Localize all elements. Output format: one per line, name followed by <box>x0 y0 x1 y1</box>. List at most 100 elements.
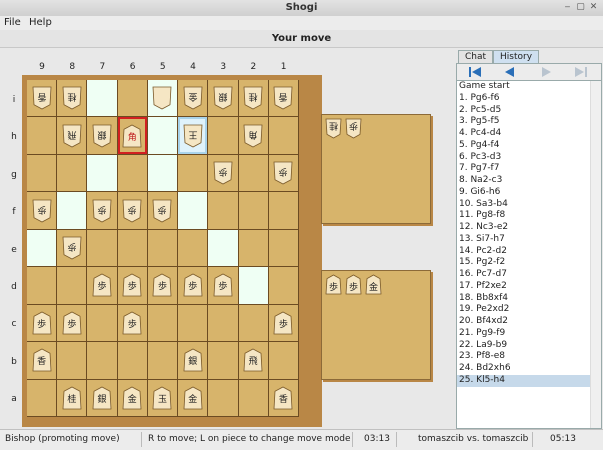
history-row[interactable]: 23. Pf8-e8 <box>457 351 601 363</box>
shogi-piece[interactable]: 香 <box>273 386 293 410</box>
board-square[interactable] <box>57 267 88 305</box>
maximize-icon[interactable]: ▢ <box>575 2 586 13</box>
board-square[interactable] <box>147 342 179 380</box>
history-row[interactable]: 1. Pg6-f6 <box>457 93 601 105</box>
board-square[interactable] <box>208 117 239 155</box>
minimize-icon[interactable]: ‒ <box>562 2 573 13</box>
board-square[interactable]: 金 <box>117 379 148 417</box>
board-square[interactable]: 香 <box>268 80 299 118</box>
gote-hand[interactable]: 桂歩 <box>321 114 431 224</box>
history-row[interactable]: 24. Bd2xh6 <box>457 363 601 375</box>
shogi-piece[interactable]: 歩 <box>152 273 172 297</box>
board-square[interactable]: 角 <box>117 117 148 155</box>
shogi-piece[interactable]: 歩 <box>345 274 362 295</box>
board-square[interactable] <box>208 342 239 380</box>
shogi-piece[interactable]: 歩 <box>345 118 362 139</box>
board-square[interactable] <box>178 154 209 193</box>
board-square[interactable]: 香 <box>268 379 299 417</box>
board-square[interactable]: 角 <box>238 117 269 155</box>
board-square[interactable]: 歩 <box>208 154 239 193</box>
board-square[interactable] <box>27 379 58 417</box>
history-row[interactable]: 4. Pc4-d4 <box>457 128 601 140</box>
board-square[interactable] <box>57 192 88 230</box>
board-square[interactable] <box>238 304 269 343</box>
board-square[interactable] <box>147 154 179 193</box>
history-row[interactable]: 22. La9-b9 <box>457 340 601 352</box>
board-square[interactable]: 香 <box>27 80 58 118</box>
prev-move-icon[interactable] <box>495 66 525 78</box>
board-square[interactable]: 桂 <box>57 80 88 118</box>
board-square[interactable]: 飛 <box>238 342 269 380</box>
shogi-piece[interactable]: 歩 <box>122 311 142 335</box>
board-square[interactable] <box>238 229 269 268</box>
board-square[interactable] <box>117 154 148 193</box>
shogi-piece[interactable]: 歩 <box>213 161 233 185</box>
board-square[interactable]: 飛 <box>57 117 88 155</box>
history-row[interactable]: 18. Bb8xf4 <box>457 293 601 305</box>
history-row[interactable]: 11. Pg8-f8 <box>457 210 601 222</box>
board-square[interactable]: 金 <box>178 80 209 118</box>
shogi-piece[interactable]: 桂 <box>243 86 263 110</box>
shogi-piece[interactable]: 歩 <box>32 199 52 223</box>
board-square[interactable]: 金 <box>178 379 209 417</box>
board-square[interactable]: 歩 <box>57 304 88 343</box>
history-scrollbar[interactable] <box>590 81 601 428</box>
history-row[interactable]: 12. Nc3-e2 <box>457 222 601 234</box>
history-row[interactable]: 13. Si7-h7 <box>457 234 601 246</box>
board-square[interactable]: 王 <box>178 117 209 155</box>
history-row[interactable]: 25. Kl5-h4 <box>457 374 601 387</box>
board-square[interactable] <box>117 342 148 380</box>
shogi-piece[interactable]: 香 <box>32 348 52 372</box>
close-icon[interactable]: ✕ <box>588 2 599 13</box>
history-row[interactable]: 21. Pg9-f9 <box>457 328 601 340</box>
board-square[interactable]: 歩 <box>208 267 239 305</box>
history-row[interactable]: 17. Pf2xe2 <box>457 281 601 293</box>
shogi-piece[interactable]: 玉 <box>152 386 172 410</box>
board-square[interactable] <box>238 154 269 193</box>
board-square[interactable] <box>87 154 118 193</box>
board-square[interactable] <box>268 229 299 268</box>
shogi-piece[interactable]: 王 <box>183 124 203 148</box>
shogi-piece[interactable]: 桂 <box>62 386 82 410</box>
board-square[interactable] <box>238 267 269 305</box>
board-square[interactable]: 桂 <box>57 379 88 417</box>
board-square[interactable] <box>238 192 269 230</box>
move-history-list[interactable]: Game start 1. Pg6-f6 2. Pc5-d5 3. Pg5-f5 4. … <box>456 80 602 429</box>
shogi-piece[interactable]: 歩 <box>92 273 112 297</box>
history-row[interactable]: 20. Bf4xd2 <box>457 316 601 328</box>
board-square[interactable] <box>147 117 179 155</box>
history-row[interactable]: 7. Pg7-f7 <box>457 163 601 175</box>
board-square[interactable] <box>268 342 299 380</box>
board-square[interactable] <box>208 304 239 343</box>
history-row[interactable]: 15. Pg2-f2 <box>457 257 601 269</box>
board-square[interactable]: 歩 <box>147 267 179 305</box>
shogi-piece[interactable] <box>152 86 172 110</box>
menu-help[interactable]: Help <box>29 17 52 28</box>
board-square[interactable]: 歩 <box>147 192 179 230</box>
board-square[interactable] <box>208 192 239 230</box>
shogi-piece[interactable]: 銀 <box>183 348 203 372</box>
shogi-piece[interactable]: 歩 <box>213 273 233 297</box>
shogi-piece[interactable]: 金 <box>365 274 382 295</box>
history-row[interactable]: 3. Pg5-f5 <box>457 116 601 128</box>
shogi-piece[interactable]: 飛 <box>243 348 263 372</box>
history-row[interactable]: 14. Pc2-d2 <box>457 246 601 258</box>
board-square[interactable] <box>117 80 148 118</box>
shogi-piece[interactable]: 角 <box>243 124 263 148</box>
board-square[interactable]: 歩 <box>27 192 58 230</box>
board-square[interactable]: 銀 <box>178 342 209 380</box>
shogi-piece[interactable]: 桂 <box>325 118 342 139</box>
board-square[interactable]: 玉 <box>147 379 179 417</box>
board-square[interactable] <box>178 229 209 268</box>
menu-file[interactable]: File <box>4 17 21 28</box>
board-square[interactable] <box>208 229 239 268</box>
history-row[interactable]: 19. Pe2xd2 <box>457 304 601 316</box>
history-row[interactable]: Game start <box>457 81 601 93</box>
shogi-piece[interactable]: 香 <box>32 86 52 110</box>
board-square[interactable] <box>268 192 299 230</box>
board-square[interactable] <box>87 80 118 118</box>
shogi-piece[interactable]: 歩 <box>122 199 142 223</box>
shogi-piece[interactable]: 歩 <box>152 199 172 223</box>
board-square[interactable] <box>27 117 58 155</box>
shogi-piece[interactable]: 角 <box>122 124 142 148</box>
